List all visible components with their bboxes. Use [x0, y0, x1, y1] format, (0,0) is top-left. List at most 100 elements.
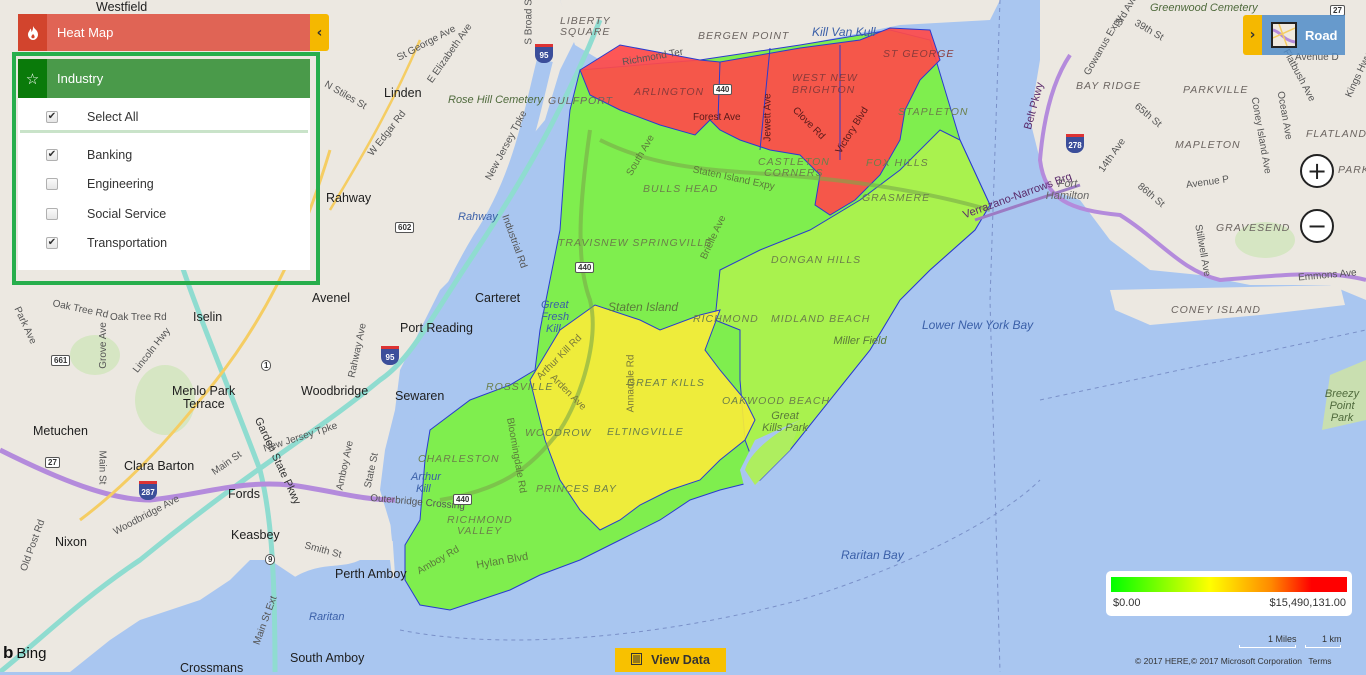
map-label-neighborhood: MAPLETON	[1175, 139, 1241, 151]
copyright-text: © 2017 HERE,© 2017 Microsoft Corporation	[1135, 656, 1303, 666]
terms-link[interactable]: Terms	[1308, 656, 1331, 666]
transportation-checkbox[interactable]: ✔	[46, 237, 58, 249]
map-label-park: Rose Hill Cemetery	[448, 94, 543, 106]
industry-title: Industry	[57, 71, 104, 86]
map-label-water: Kill	[416, 483, 431, 495]
map-label-neighborhood: CONEY ISLAND	[1171, 304, 1261, 316]
bing-icon: b	[3, 643, 14, 662]
map-label-neighborhood: MIDLAND BEACH	[771, 313, 871, 325]
minus-icon: −	[1306, 212, 1328, 240]
map-label-neighborhood: VALLEY	[457, 525, 503, 537]
map-label-neighborhood: WOODROW	[525, 427, 592, 439]
map-label-neighborhood: DONGAN HILLS	[771, 254, 862, 266]
scale-miles: 1 Miles	[1268, 634, 1297, 644]
route-shield: 440	[453, 494, 473, 505]
map-label-neighborhood: OAKWOOD BEACH	[722, 395, 831, 407]
map-label-road: Jewett Ave	[762, 93, 774, 142]
map-label-park: Fort Hamilton	[1045, 178, 1090, 202]
map-label-neighborhood: RICHMOND	[693, 313, 759, 325]
engineering-checkbox[interactable]	[46, 178, 58, 190]
map-label-city: Nixon	[55, 535, 87, 549]
industry-option-social-service[interactable]: Social Service	[18, 204, 166, 224]
map-label-park: Greenwood Cemetery	[1150, 2, 1258, 14]
map-label-city: Iselin	[193, 310, 223, 324]
copyright: © 2017 HERE,© 2017 Microsoft Corporation…	[1135, 656, 1332, 666]
map-label-neighborhood: BRIGHTON	[792, 84, 856, 96]
heat-map-header[interactable]: Heat Map	[18, 14, 310, 51]
map-label-road: S Broad St	[523, 0, 535, 45]
banking-checkbox[interactable]: ✔	[46, 149, 58, 161]
map-label-neighborhood: CHARLESTON	[418, 453, 500, 465]
map-label-neighborhood: PARK	[1338, 164, 1366, 176]
route-shield: 440	[575, 262, 595, 273]
map-label-city: Avenel	[312, 291, 350, 305]
option-label: Transportation	[87, 236, 168, 250]
industry-header[interactable]: ☆ Industry	[18, 59, 310, 98]
industry-option-transportation[interactable]: ✔ Transportation	[18, 233, 167, 253]
map-label-road: Forest Ave	[693, 112, 741, 123]
map-label-neighborhood: SQUARE	[560, 26, 611, 38]
plus-icon: +	[1306, 157, 1328, 185]
road-map-thumbnail-icon	[1271, 22, 1297, 48]
map-label-neighborhood: ROSSVILLE	[486, 381, 554, 393]
map-label-city: Fords	[228, 487, 260, 501]
collapse-panel-button[interactable]: ‹	[310, 14, 329, 51]
map-label-neighborhood: ELTINGVILLE	[607, 426, 684, 438]
chevron-left-icon: ‹	[316, 24, 323, 41]
route-shield: 602	[395, 222, 415, 233]
industry-options: ✔ Select All ✔ Banking Engineering Socia…	[18, 98, 310, 270]
legend-max-value: $15,490,131.00	[1269, 597, 1346, 609]
legend-min-value: $0.00	[1113, 597, 1141, 609]
map-label-city: Perth Amboy	[335, 567, 407, 581]
map-label-neighborhood: ARLINGTON	[634, 86, 705, 98]
zoom-out-button[interactable]: −	[1300, 209, 1334, 243]
legend-gradient-bar	[1111, 577, 1347, 592]
map-label-city: Terrace	[183, 397, 225, 411]
scale-bar-km	[1305, 645, 1341, 648]
map-label-road: Oak Tree Rd	[110, 312, 167, 323]
route-shield: 440	[713, 84, 733, 95]
map-label-city: Metuchen	[33, 424, 88, 438]
road-map-type-button[interactable]: Road	[1262, 15, 1345, 55]
map-label-water: Kill Van Kull	[812, 25, 876, 39]
map-label-neighborhood: WEST NEW	[792, 72, 858, 84]
map-label-park: Miller Field	[833, 335, 887, 347]
industry-option-engineering[interactable]: Engineering	[18, 174, 154, 194]
map-label-park: Staten Island	[608, 300, 679, 314]
map-label-neighborhood: FLATLANDS	[1306, 128, 1366, 140]
map-label-water: Arthur	[411, 471, 441, 483]
zoom-in-button[interactable]: +	[1300, 154, 1334, 188]
map-label-city: Crossmans	[180, 661, 244, 675]
divider	[20, 130, 308, 133]
map-label-city: Menlo Park	[172, 384, 236, 398]
map-label-neighborhood: NEW SPRINGVILLE	[601, 237, 713, 249]
map-label-city: Woodbridge	[301, 384, 369, 398]
table-icon	[631, 652, 643, 668]
map-label-neighborhood: PARKVILLE	[1183, 84, 1249, 96]
select-all-option[interactable]: ✔ Select All	[18, 107, 138, 127]
option-label: Engineering	[87, 177, 154, 191]
select-all-checkbox[interactable]: ✔	[46, 111, 58, 123]
social-service-checkbox[interactable]	[46, 208, 58, 220]
view-data-button[interactable]: View Data	[615, 648, 726, 672]
map-label-park: Breezy Point Park	[1324, 388, 1360, 424]
map-label-water: Rahway	[458, 211, 498, 223]
interstate-shield: 278	[1066, 134, 1084, 153]
map-label-neighborhood: BAY RIDGE	[1076, 80, 1142, 92]
map-label-neighborhood: GRASMERE	[862, 192, 931, 204]
heat-legend: $0.00 $15,490,131.00	[1106, 571, 1352, 616]
map-label-road: Annadale Rd	[625, 354, 637, 413]
map-type-label: Road	[1305, 27, 1338, 43]
map-label-road: Grove Ave	[97, 322, 109, 369]
map-type-toggle-button[interactable]: ›	[1243, 15, 1262, 55]
map-label-road: Main St	[96, 450, 108, 485]
industry-option-banking[interactable]: ✔ Banking	[18, 145, 132, 165]
map-label-city: Linden	[384, 86, 422, 100]
map-label-water: Great	[541, 299, 569, 311]
route-shield: 661	[51, 355, 71, 366]
map-label-neighborhood: PRINCES BAY	[536, 483, 617, 495]
map-label-neighborhood: STAPLETON	[898, 106, 969, 118]
map-label-neighborhood: GRAVESEND	[1216, 222, 1291, 234]
fire-icon	[18, 14, 47, 51]
interstate-shield: 287	[139, 481, 157, 500]
